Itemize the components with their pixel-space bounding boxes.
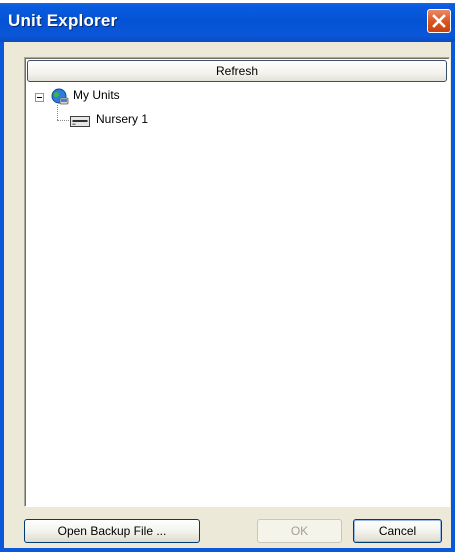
refresh-button[interactable]: Refresh [27,60,447,82]
unit-tree-panel-inner: Refresh My Units Nursery 1 [25,58,449,506]
dialog-client-area: Refresh My Units Nursery 1 Open Backup F… [4,42,451,548]
unit-tree-panel: Refresh My Units Nursery 1 [24,57,450,507]
ok-button[interactable]: OK [257,519,342,543]
unit-device-icon [70,116,90,127]
title-bar[interactable]: Unit Explorer [0,0,455,42]
cancel-button[interactable]: Cancel [353,519,442,543]
tree-connector-vertical [57,105,58,120]
tree-connector-horizontal [57,120,69,121]
window-title: Unit Explorer [8,11,118,30]
tree-item-my-units[interactable]: My Units [73,88,120,102]
title-bar-top-edge [0,0,455,3]
close-icon [432,14,446,28]
tree-item-nursery-1[interactable]: Nursery 1 [96,112,148,126]
unit-explorer-window: Unit Explorer Refresh My Units Nursery 1… [0,0,455,552]
collapse-my-units-toggle[interactable] [35,93,44,102]
globe-computer-icon [51,88,69,105]
close-button[interactable] [427,9,451,33]
open-backup-file-button[interactable]: Open Backup File ... [24,519,200,543]
unit-tree[interactable]: My Units Nursery 1 [26,83,449,483]
